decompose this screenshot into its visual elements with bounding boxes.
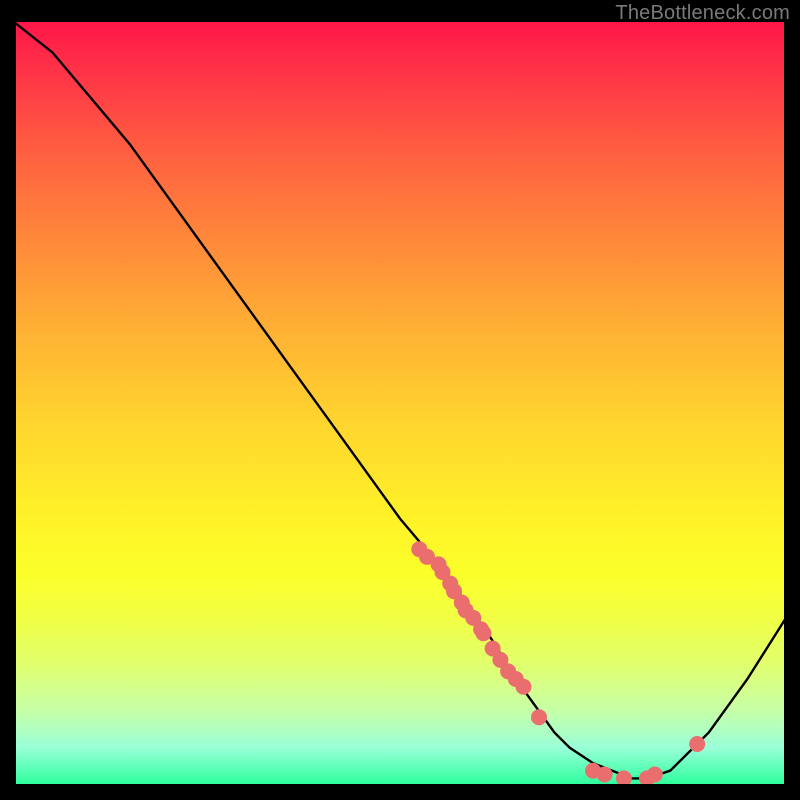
plot-background-gradient [14, 22, 786, 786]
chart-container: TheBottleneck.com [0, 0, 800, 800]
plot-area [14, 22, 786, 786]
